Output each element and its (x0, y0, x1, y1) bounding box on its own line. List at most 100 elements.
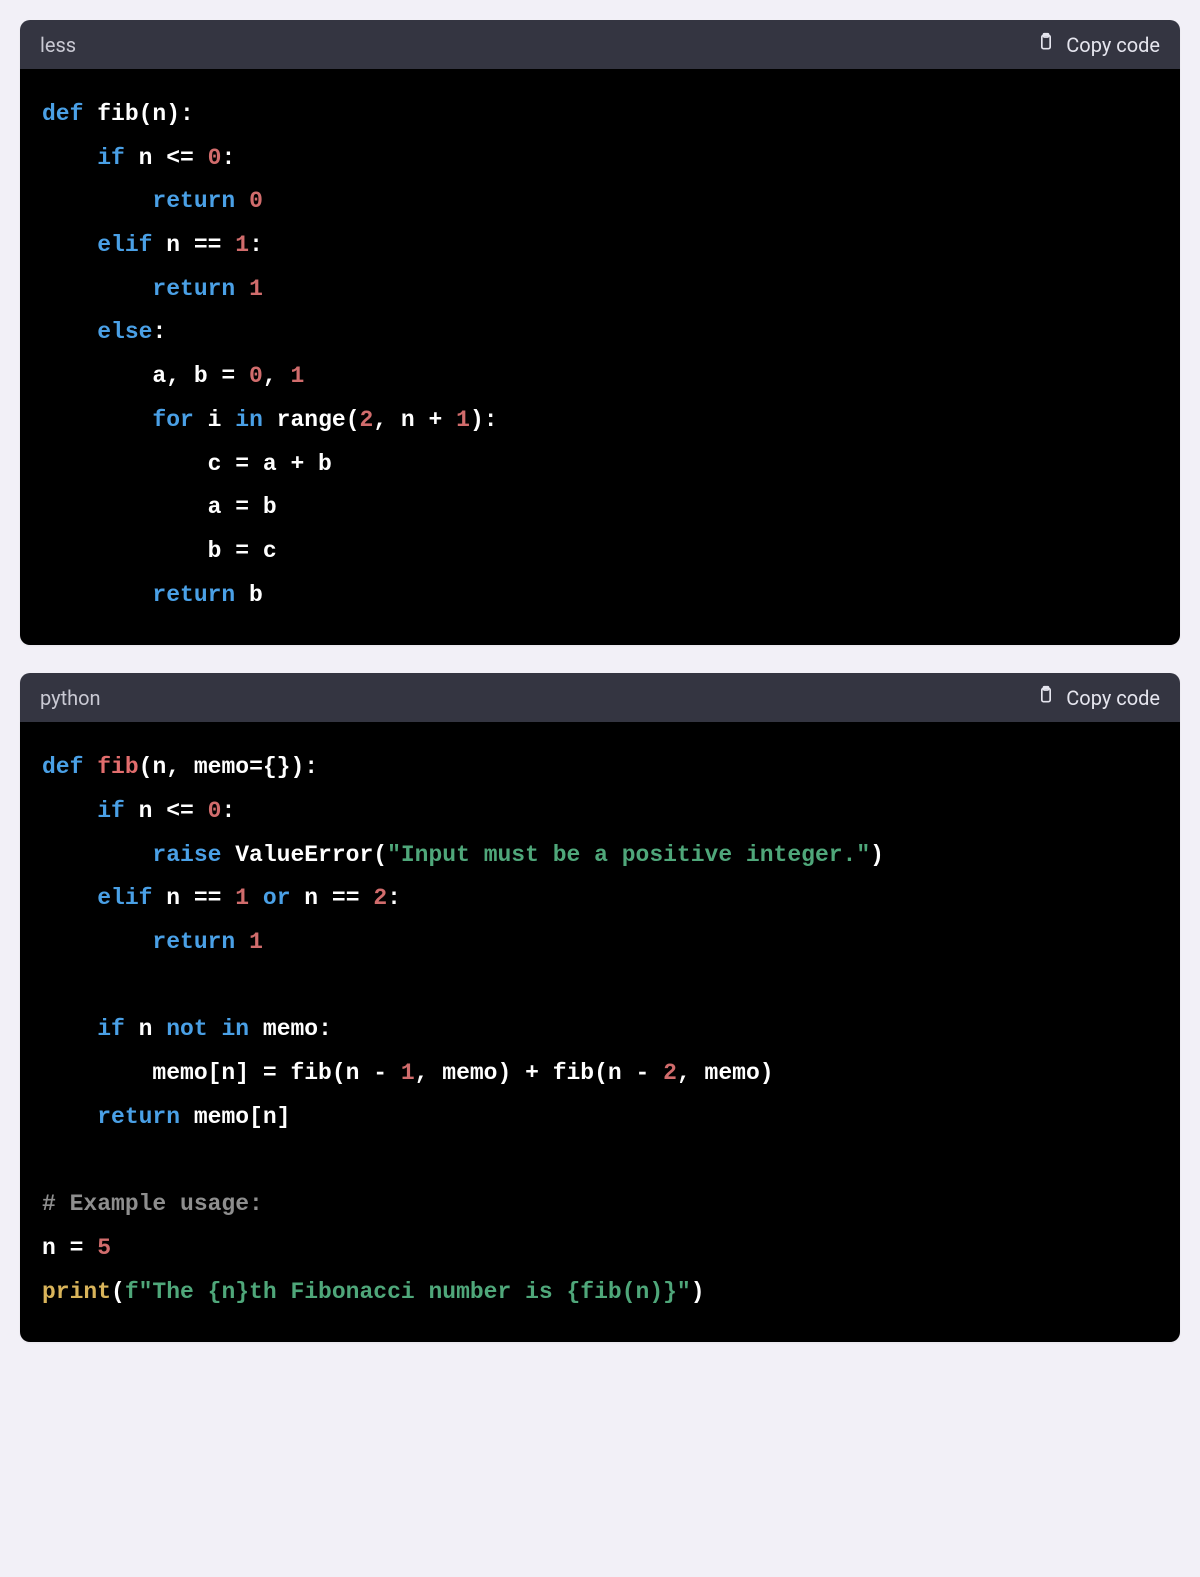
code-token (42, 1104, 97, 1130)
code-token: 0 (208, 145, 222, 171)
language-label: less (40, 33, 76, 57)
code-token (42, 1016, 97, 1042)
code-token: n <= (125, 798, 208, 824)
code-token: return (152, 929, 235, 955)
code-block: less Copy code def fib(n): if n <= 0: retu… (20, 20, 1180, 645)
code-token: return (152, 582, 235, 608)
code-token (83, 754, 97, 780)
code-token: c = a + b (42, 451, 332, 477)
code-token: in (235, 407, 263, 433)
code-token: if (97, 1016, 125, 1042)
code-block: python Copy code def fib(n, memo={}): if n… (20, 673, 1180, 1342)
code-token: range( (263, 407, 360, 433)
code-token: not (166, 1016, 207, 1042)
code-token (42, 842, 152, 868)
code-token: n == (152, 232, 235, 258)
code-token: elif (97, 885, 152, 911)
code-token: def (42, 754, 83, 780)
code-token: n <= (125, 145, 208, 171)
code-token: : (221, 798, 235, 824)
code-token: a, b = (42, 363, 249, 389)
code-token: : (387, 885, 401, 911)
code-token: if (97, 798, 125, 824)
code-token: def (42, 101, 83, 127)
code-token: , n + (373, 407, 456, 433)
code-token: return (152, 276, 235, 302)
code-token: : (249, 232, 263, 258)
code-token: ) (691, 1279, 705, 1305)
code-token: 1 (235, 232, 249, 258)
code-token (42, 145, 97, 171)
code-token: ): (470, 407, 498, 433)
code-token: 5 (97, 1235, 111, 1261)
code-token (42, 319, 97, 345)
code-token: print (42, 1279, 111, 1305)
code-token: elif (97, 232, 152, 258)
code-token: i (194, 407, 235, 433)
code-token: a = b (42, 494, 277, 520)
code-token (42, 232, 97, 258)
code-token: : (221, 145, 235, 171)
copy-code-label: Copy code (1066, 686, 1160, 710)
language-label: python (40, 686, 101, 710)
code-token (42, 582, 152, 608)
clipboard-icon (1036, 685, 1056, 710)
code-token: n = (42, 1235, 97, 1261)
copy-code-button[interactable]: Copy code (1036, 685, 1160, 710)
code-token: return (152, 188, 235, 214)
code-token: else (97, 319, 152, 345)
code-content: def fib(n): if n <= 0: return 0 elif n =… (20, 69, 1180, 645)
code-token: or (263, 885, 291, 911)
code-token: 1 (456, 407, 470, 433)
code-token: 1 (401, 1060, 415, 1086)
code-token: f"The {n}th Fibonacci number is {fib(n)}… (125, 1279, 691, 1305)
code-token: memo[n] = fib(n - (42, 1060, 401, 1086)
code-token: memo: (249, 1016, 332, 1042)
code-token: ) (870, 842, 884, 868)
code-token: 1 (290, 363, 304, 389)
code-token: fib (97, 754, 138, 780)
copy-code-button[interactable]: Copy code (1036, 32, 1160, 57)
code-token (42, 885, 97, 911)
code-token: (n, memo={}): (139, 754, 318, 780)
code-token: 1 (249, 276, 263, 302)
code-token: return (97, 1104, 180, 1130)
code-token: in (221, 1016, 249, 1042)
code-block-header: python Copy code (20, 673, 1180, 722)
code-token: "Input must be a positive integer." (387, 842, 870, 868)
code-token (249, 885, 263, 911)
code-token (235, 276, 249, 302)
code-token: for (152, 407, 193, 433)
code-token (42, 407, 152, 433)
code-token: 2 (373, 885, 387, 911)
code-token: b = c (42, 538, 277, 564)
code-token: n (125, 1016, 166, 1042)
code-token: fib(n): (83, 101, 193, 127)
code-token: memo[n] (180, 1104, 290, 1130)
code-token: , (263, 363, 291, 389)
code-token: : (152, 319, 166, 345)
code-token: 2 (663, 1060, 677, 1086)
clipboard-icon (1036, 32, 1056, 57)
code-token: 1 (235, 885, 249, 911)
code-token: 0 (249, 188, 263, 214)
code-content: def fib(n, memo={}): if n <= 0: raise Va… (20, 722, 1180, 1342)
code-token: ( (111, 1279, 125, 1305)
code-token: 0 (208, 798, 222, 824)
code-token (235, 188, 249, 214)
code-token: n == (152, 885, 235, 911)
code-token: 1 (249, 929, 263, 955)
code-token (42, 276, 152, 302)
code-token (208, 1016, 222, 1042)
code-token (42, 929, 152, 955)
code-block-header: less Copy code (20, 20, 1180, 69)
code-token (42, 188, 152, 214)
code-token: 2 (360, 407, 374, 433)
copy-code-label: Copy code (1066, 33, 1160, 57)
code-token: raise (152, 842, 221, 868)
code-token: b (235, 582, 263, 608)
code-token: if (97, 145, 125, 171)
code-token: n == (291, 885, 374, 911)
code-token (235, 929, 249, 955)
code-token (42, 798, 97, 824)
